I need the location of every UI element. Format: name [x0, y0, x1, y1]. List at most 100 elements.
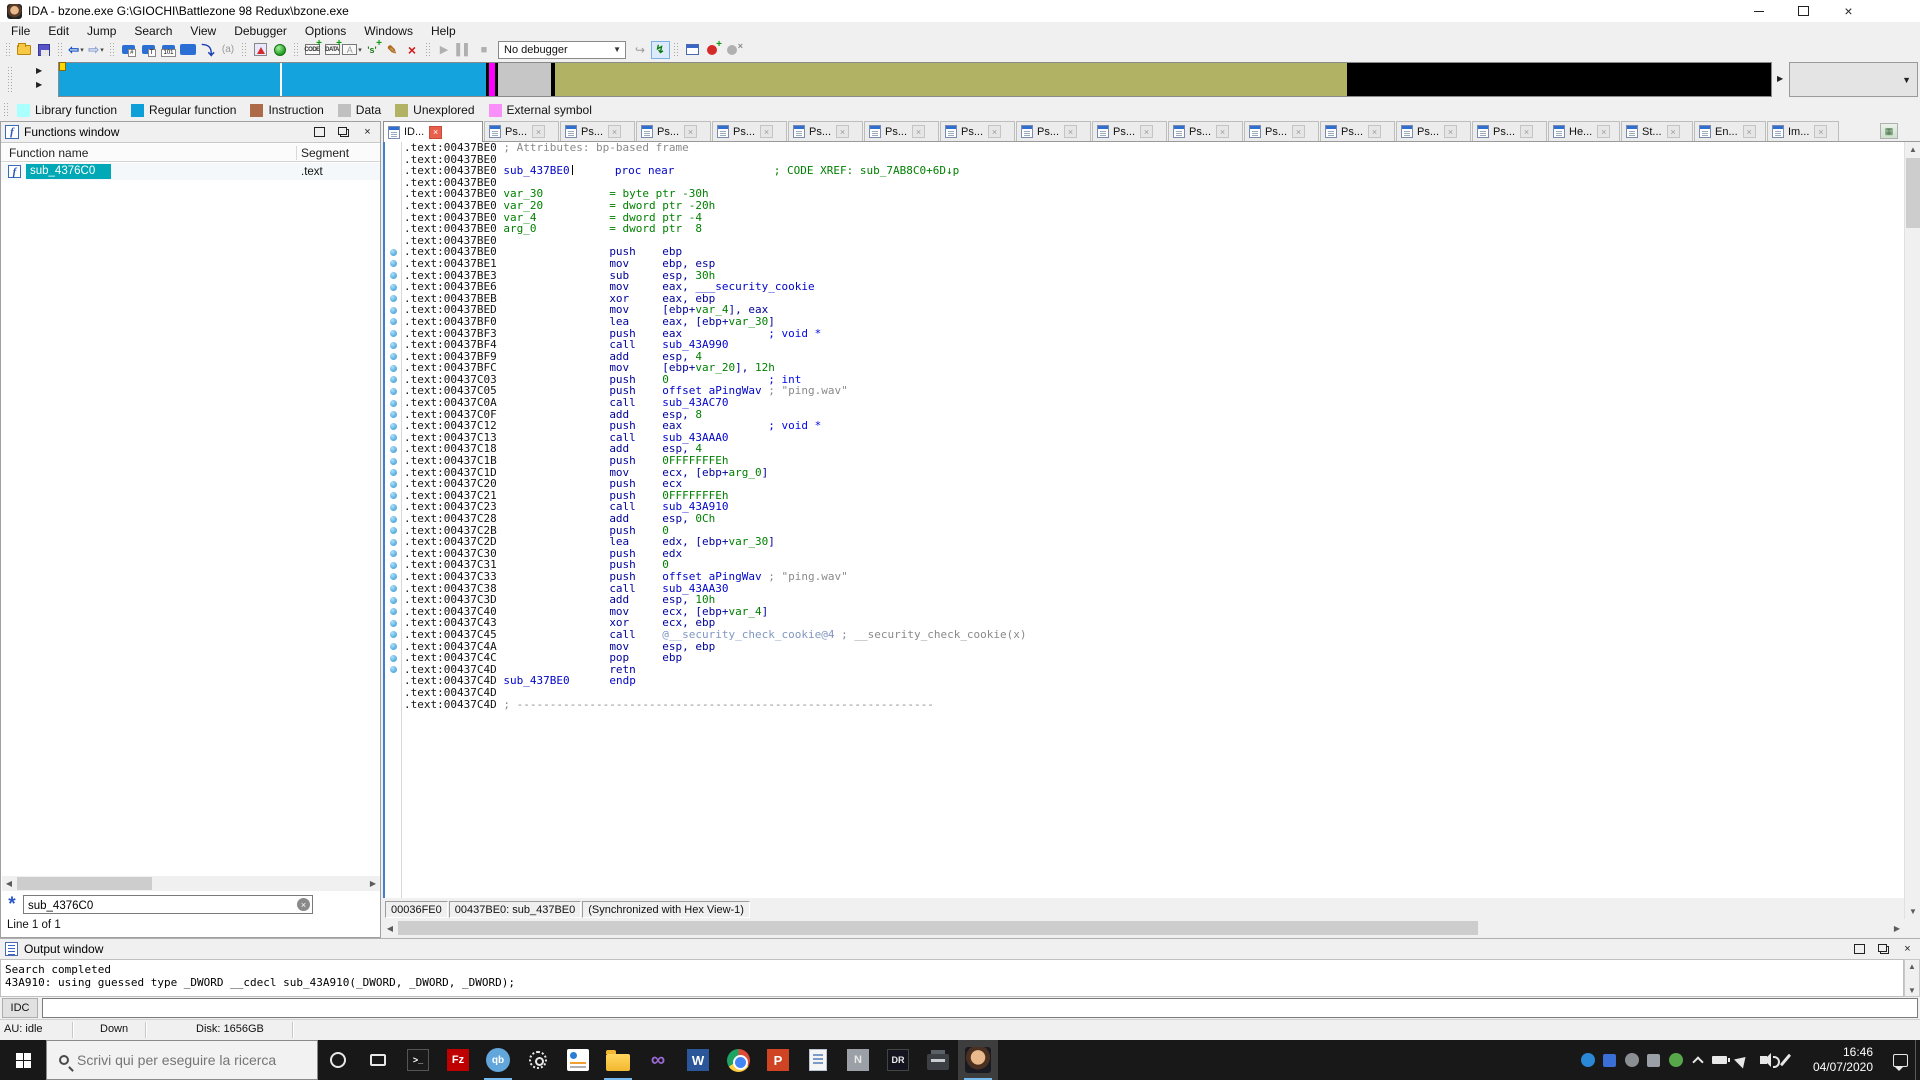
close-button[interactable]: × — [1826, 0, 1871, 22]
debugger-pause-icon[interactable]: ▌▌ — [454, 40, 474, 59]
scroll-up-icon[interactable]: ▲ — [1905, 142, 1920, 157]
battery-icon[interactable] — [1709, 1040, 1731, 1080]
tab-close-icon[interactable]: × — [1743, 125, 1756, 138]
function-list-row[interactable]: f sub_4376C0 .text — [1, 163, 380, 180]
tray-shield-icon[interactable] — [1643, 1040, 1665, 1080]
scroll-right-icon[interactable]: ▶ — [1890, 920, 1904, 936]
functions-window-header[interactable]: f Functions window × — [1, 122, 380, 143]
gray-app-icon[interactable]: N — [838, 1040, 878, 1080]
taskbar-clock[interactable]: 16:46 04/07/2020 — [1813, 1045, 1873, 1075]
output-log[interactable]: Search completed43A910: using guessed ty… — [0, 959, 1904, 997]
step-over-icon[interactable]: ↪ — [630, 40, 650, 59]
scroll-right-icon[interactable]: ▶ — [366, 876, 380, 891]
make-data-icon[interactable]: DATA+ — [322, 40, 342, 59]
network-icon[interactable] — [1731, 1040, 1753, 1080]
minimize-button[interactable] — [1736, 0, 1781, 22]
scroll-down-icon[interactable]: ▼ — [1905, 904, 1920, 919]
tab-close-icon[interactable]: × — [1597, 125, 1610, 138]
idc-button[interactable]: IDC — [2, 998, 38, 1018]
view-tab-ps[interactable]: Ps...× — [1016, 121, 1091, 141]
tray-skype-icon[interactable] — [1577, 1040, 1599, 1080]
edit-function-icon[interactable]: ✎ — [382, 40, 402, 59]
view-tab-ps[interactable]: Ps...× — [484, 121, 559, 141]
visual-studio-icon[interactable]: ∞ — [638, 1040, 678, 1080]
taskbar-search[interactable] — [46, 1040, 318, 1080]
save-icon[interactable] — [34, 40, 54, 59]
view-tab-ps[interactable]: Ps...× — [788, 121, 863, 141]
delete-function-icon[interactable]: × — [402, 40, 422, 59]
view-tab-ps[interactable]: Ps...× — [1396, 121, 1471, 141]
add-breakpoint-icon[interactable]: + — [702, 40, 722, 59]
action-center-icon[interactable] — [1885, 1040, 1915, 1080]
menu-item[interactable]: Debugger — [225, 23, 296, 39]
clear-search-icon[interactable]: × — [297, 898, 310, 911]
scroll-down-icon[interactable]: ▼ — [1905, 984, 1919, 996]
terminal-icon[interactable]: >_ — [398, 1040, 438, 1080]
menu-item[interactable]: Edit — [39, 23, 78, 39]
settings-gear-icon[interactable] — [518, 1040, 558, 1080]
powerpoint-icon[interactable]: P — [758, 1040, 798, 1080]
view-tab-ps[interactable]: Ps...× — [1320, 121, 1395, 141]
view-tab-ps[interactable]: Ps...× — [1092, 121, 1167, 141]
panel-close-icon[interactable]: × — [359, 124, 376, 140]
navband-segment[interactable] — [555, 63, 1346, 96]
tab-close-icon[interactable]: × — [1368, 125, 1381, 138]
open-file-icon[interactable] — [14, 40, 34, 59]
davinci-resolve-icon[interactable]: DR — [878, 1040, 918, 1080]
tab-close-icon[interactable]: × — [608, 125, 621, 138]
tab-close-icon[interactable]: × — [912, 125, 925, 138]
search-binary-icon[interactable]: 101 — [158, 40, 178, 59]
debugger-selector[interactable]: No debugger ▼ — [498, 41, 626, 59]
scrollbar-thumb[interactable] — [398, 921, 1478, 935]
debugger-start-icon[interactable]: ▶ — [434, 40, 454, 59]
output-vertical-scrollbar[interactable]: ▲ ▼ — [1904, 959, 1920, 997]
search-text-icon[interactable]: T — [138, 40, 158, 59]
navigate-back-icon[interactable]: ⇦▾ — [66, 40, 86, 59]
idc-command-input[interactable] — [42, 998, 1918, 1018]
navband-segment[interactable] — [498, 63, 552, 96]
jump-name-icon[interactable]: (a) — [218, 40, 238, 59]
show-desktop-button[interactable] — [1915, 1040, 1920, 1080]
make-name-icon[interactable]: A▾ — [342, 40, 362, 59]
tab-close-icon[interactable]: × — [1064, 125, 1077, 138]
menu-item[interactable]: View — [181, 23, 225, 39]
view-tab-ps[interactable]: Ps...× — [560, 121, 635, 141]
hidden-icons-chevron[interactable] — [1687, 1040, 1709, 1080]
word-icon[interactable]: W — [678, 1040, 718, 1080]
output-window-header[interactable]: Output window × — [0, 939, 1920, 959]
panel-maximize-icon[interactable] — [311, 124, 328, 140]
delete-breakpoint-icon[interactable]: × — [722, 40, 742, 59]
tab-close-icon[interactable]: × — [1444, 125, 1457, 138]
view-tab-ps[interactable]: Ps...× — [864, 121, 939, 141]
jump-address-icon[interactable]: ⤵ — [198, 40, 218, 59]
panel-float-icon[interactable] — [335, 124, 352, 140]
navigate-forward-icon[interactable]: ⇨▾ — [86, 40, 106, 59]
task-view-icon[interactable] — [358, 1040, 398, 1080]
scroll-left-icon[interactable]: ◀ — [2, 876, 16, 891]
tab-close-icon[interactable]: × — [1667, 125, 1680, 138]
file-explorer-icon[interactable] — [598, 1040, 638, 1080]
scroll-left-icon[interactable]: ◀ — [383, 920, 397, 936]
tab-close-icon[interactable]: × — [988, 125, 1001, 138]
view-tab-ps[interactable]: Ps...× — [1472, 121, 1547, 141]
disassembly-vertical-scrollbar[interactable]: ▲ ▼ — [1904, 142, 1920, 919]
tab-close-icon[interactable]: × — [1292, 125, 1305, 138]
view-tab-st[interactable]: St...× — [1621, 121, 1693, 141]
open-debug-windows-icon[interactable] — [682, 40, 702, 59]
tab-close-icon[interactable]: × — [760, 125, 773, 138]
tab-close-icon[interactable]: × — [1814, 125, 1827, 138]
search-icon[interactable] — [178, 40, 198, 59]
maximize-button[interactable] — [1781, 0, 1826, 22]
menu-item[interactable]: Help — [422, 23, 465, 39]
navigation-band[interactable] — [58, 62, 1772, 97]
panel-maximize-icon[interactable] — [1851, 941, 1868, 957]
view-tab-ps[interactable]: Ps...× — [1168, 121, 1243, 141]
tray-app-blue-icon[interactable] — [1599, 1040, 1621, 1080]
make-string-icon[interactable]: 's'+ — [362, 40, 382, 59]
tab-close-icon[interactable]: × — [684, 125, 697, 138]
document-app-icon[interactable] — [798, 1040, 838, 1080]
search-hex-icon[interactable]: # — [118, 40, 138, 59]
menu-item[interactable]: Windows — [355, 23, 422, 39]
taskbar-search-input[interactable] — [77, 1052, 297, 1068]
tab-close-icon[interactable]: × — [836, 125, 849, 138]
